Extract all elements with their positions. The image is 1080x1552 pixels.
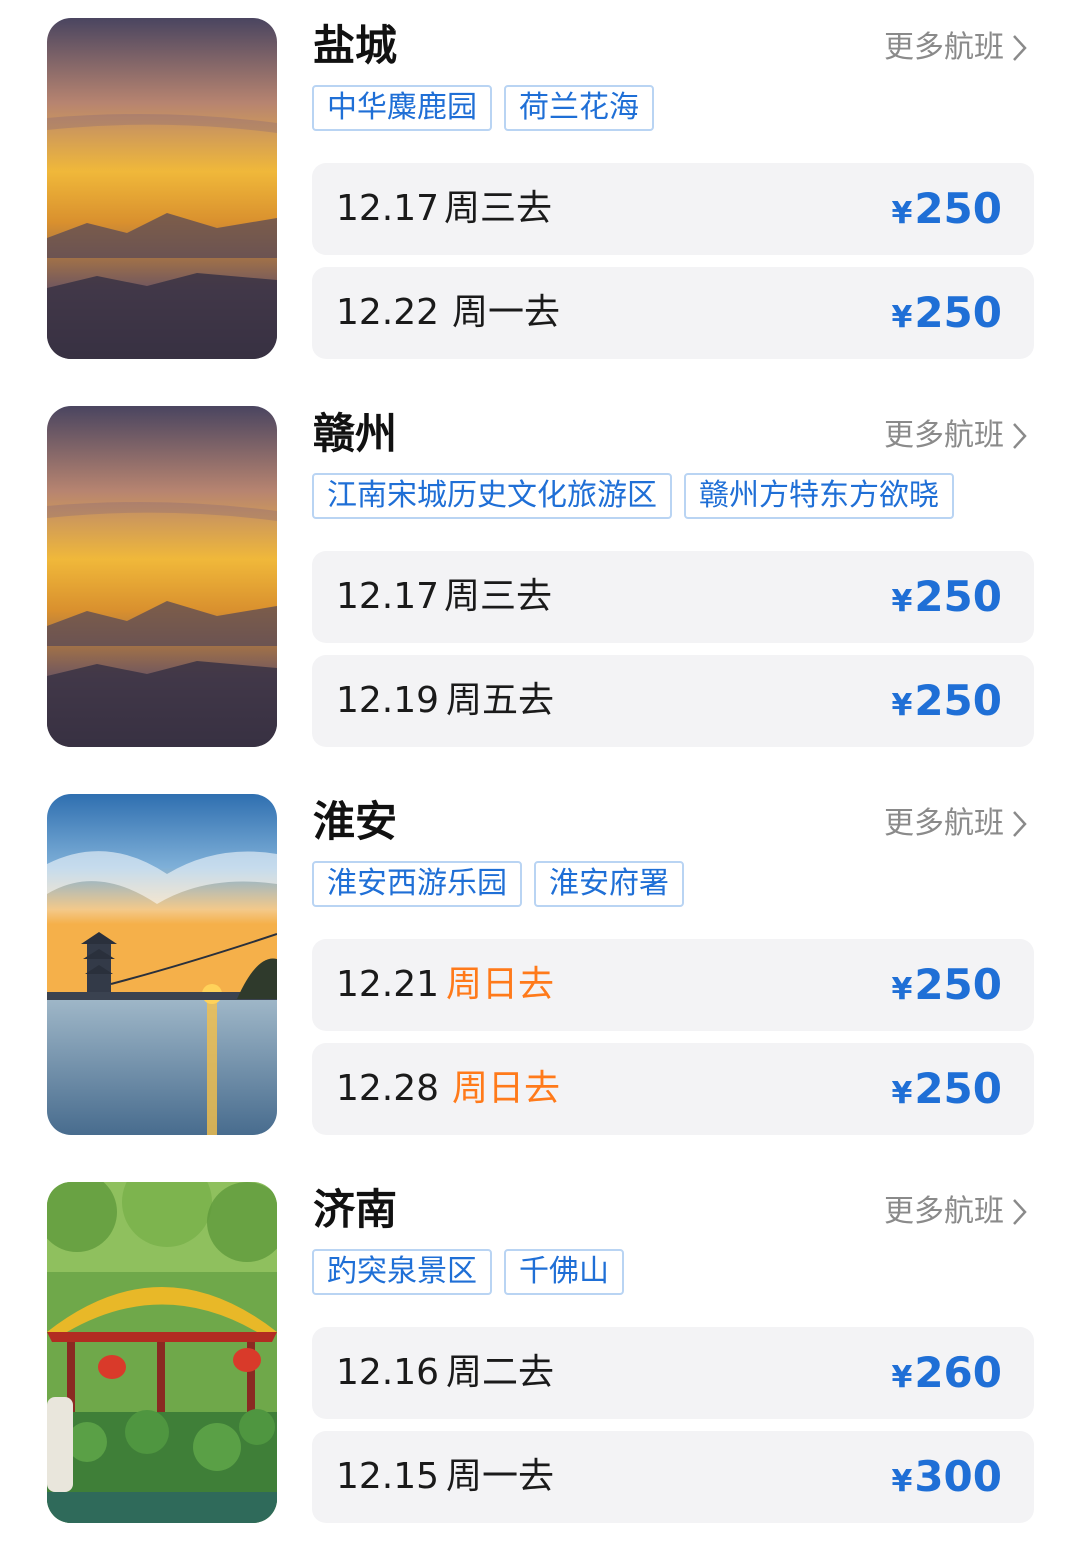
attraction-tag[interactable]: 赣州方特东方欲晓 [684,473,954,519]
flight-row[interactable]: 12.28 周日去 ¥250 [312,1043,1034,1135]
destination-photo[interactable] [47,406,277,747]
chevron-right-icon [1013,35,1027,61]
lake-pagoda-sunset-image [47,794,277,1135]
flight-weekday: 周三去 [444,576,553,617]
flight-date: 12.22 [336,292,440,333]
flight-weekday: 周日去 [452,1068,561,1109]
destination-card: 盐城 更多航班 中华麋鹿园 荷兰花海 12.17 周三去 ¥250 12.22 … [0,18,1080,363]
attraction-tags: 趵突泉景区 千佛山 [312,1249,624,1295]
flight-price: ¥250 [891,288,1002,337]
flight-price: ¥250 [891,960,1002,1009]
attraction-tag[interactable]: 千佛山 [504,1249,624,1295]
flight-weekday: 周一去 [452,292,561,333]
flight-price: ¥250 [891,1064,1002,1113]
more-flights-label: 更多航班 [884,806,1004,841]
more-flights-link[interactable]: 更多航班 [884,804,1028,844]
attraction-tag[interactable]: 荷兰花海 [504,85,654,131]
flight-weekday: 周日去 [446,964,555,1005]
attraction-tag[interactable]: 淮安西游乐园 [312,861,522,907]
more-flights-label: 更多航班 [884,1194,1004,1229]
city-name: 赣州 [313,409,398,458]
attraction-tag[interactable]: 中华麋鹿园 [312,85,492,131]
destination-photo[interactable] [47,1182,277,1523]
more-flights-link[interactable]: 更多航班 [884,28,1028,68]
attraction-tags: 淮安西游乐园 淮安府署 [312,861,684,907]
flight-row[interactable]: 12.15 周一去 ¥300 [312,1431,1034,1523]
flight-row[interactable]: 12.17 周三去 ¥250 [312,163,1034,255]
flight-row[interactable]: 12.22 周一去 ¥250 [312,267,1034,359]
flight-row[interactable]: 12.16 周二去 ¥260 [312,1327,1034,1419]
destination-card: 淮安 更多航班 淮安西游乐园 淮安府署 12.21 周日去 ¥250 12.28… [0,794,1080,1139]
mountain-sunset-image [47,18,277,359]
destination-photo[interactable] [47,18,277,359]
flight-weekday: 周二去 [446,1352,555,1393]
more-flights-link[interactable]: 更多航班 [884,416,1028,456]
flight-price: ¥250 [891,184,1002,233]
chevron-right-icon [1013,1199,1027,1225]
mountain-sunset-image [47,406,277,747]
flight-price: ¥260 [891,1348,1002,1397]
flight-date: 12.15 [336,1456,440,1497]
destination-card: 济南 更多航班 趵突泉景区 千佛山 12.16 周二去 ¥260 12.15 周… [0,1182,1080,1527]
more-flights-label: 更多航班 [884,418,1004,453]
flight-date: 12.21 [336,964,440,1005]
flight-date: 12.17 [336,576,440,617]
attraction-tag[interactable]: 趵突泉景区 [312,1249,492,1295]
flight-weekday: 周一去 [446,1456,555,1497]
destination-photo[interactable] [47,794,277,1135]
flight-row[interactable]: 12.17 周三去 ¥250 [312,551,1034,643]
city-name: 济南 [313,1185,398,1234]
attraction-tags: 江南宋城历史文化旅游区 赣州方特东方欲晓 [312,473,954,519]
attraction-tag[interactable]: 江南宋城历史文化旅游区 [312,473,672,519]
flight-weekday: 周三去 [444,188,553,229]
chevron-right-icon [1013,811,1027,837]
flight-price: ¥250 [891,572,1002,621]
flight-date: 12.19 [336,680,440,721]
flight-row[interactable]: 12.19 周五去 ¥250 [312,655,1034,747]
attraction-tags: 中华麋鹿园 荷兰花海 [312,85,654,131]
flight-row[interactable]: 12.21 周日去 ¥250 [312,939,1034,1031]
destination-list: 盐城 更多航班 中华麋鹿园 荷兰花海 12.17 周三去 ¥250 12.22 … [0,0,1080,1552]
more-flights-link[interactable]: 更多航班 [884,1192,1028,1232]
city-name: 盐城 [313,21,398,70]
city-name: 淮安 [313,797,398,846]
flight-price: ¥250 [891,676,1002,725]
pavilion-garden-image [47,1182,277,1523]
attraction-tag[interactable]: 淮安府署 [534,861,684,907]
more-flights-label: 更多航班 [884,30,1004,65]
destination-card: 赣州 更多航班 江南宋城历史文化旅游区 赣州方特东方欲晓 12.17 周三去 ¥… [0,406,1080,751]
flight-date: 12.16 [336,1352,440,1393]
flight-price: ¥300 [891,1452,1002,1501]
flight-date: 12.28 [336,1068,440,1109]
chevron-right-icon [1013,423,1027,449]
flight-weekday: 周五去 [446,680,555,721]
flight-date: 12.17 [336,188,440,229]
